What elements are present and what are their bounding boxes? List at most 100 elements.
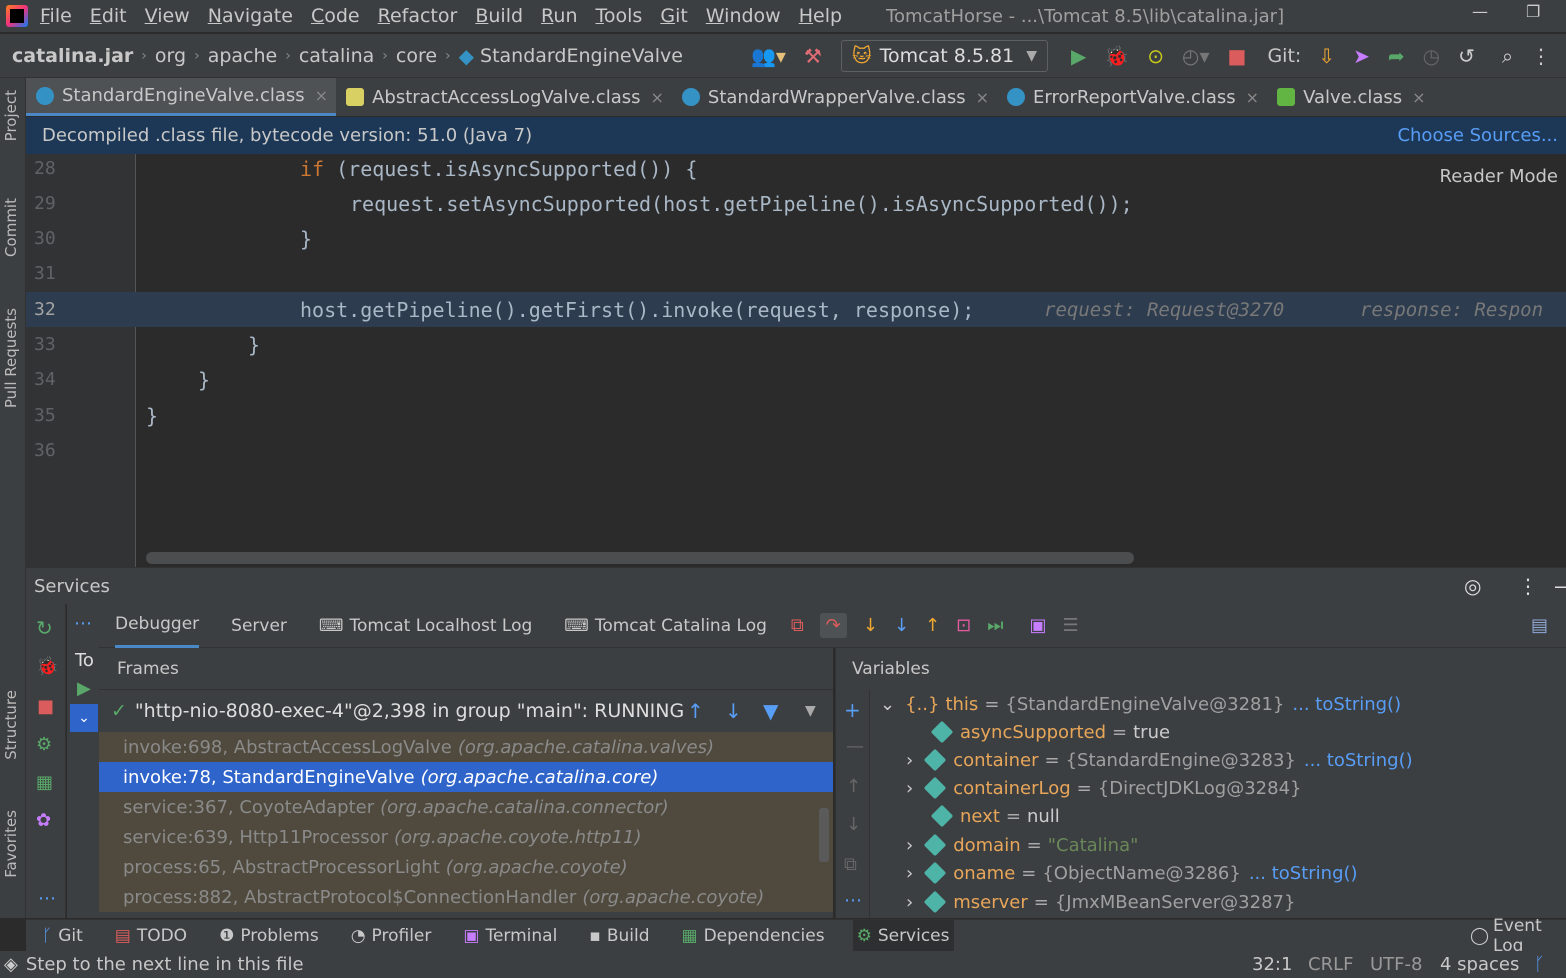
chevron-down-icon[interactable]: ⌄ (880, 694, 895, 715)
tool-build[interactable]: ▪ Build (585, 920, 653, 952)
cursor-position[interactable]: 32:1 (1252, 954, 1292, 975)
chevron-right-icon[interactable]: › (906, 863, 913, 884)
variable-row[interactable]: ⌄ {..} this = {StandardEngineValve@3281}… (836, 690, 1566, 718)
tool-problems[interactable]: ❶ Problems (215, 920, 323, 952)
tool-terminal[interactable]: ▣ Terminal (459, 920, 561, 952)
tab-tomcat-localhost-log[interactable]: Tomcat Localhost Log (349, 604, 532, 648)
hammer-build-icon[interactable]: ⚒ (804, 44, 822, 68)
indent-setting[interactable]: 4 spaces (1440, 954, 1519, 975)
users-icon[interactable]: 👥▾ (751, 44, 786, 68)
trace-icon[interactable]: ☰ (1062, 615, 1078, 636)
run-configuration-select[interactable]: 🐱 Tomcat 8.5.81 ▼ (840, 39, 1048, 72)
tool-services[interactable]: ⚙ Services (852, 919, 954, 952)
line-separator[interactable]: CRLF (1308, 954, 1353, 975)
frames-scrollbar[interactable] (819, 808, 829, 862)
menu-navigate[interactable]: Navigate (208, 5, 293, 27)
menu-refactor[interactable]: Refactor (378, 5, 458, 27)
restore-icon[interactable]: ❐ (1526, 2, 1540, 21)
git-commit-icon[interactable]: ➤ (1353, 44, 1370, 68)
tool-profiler[interactable]: ◔ Profiler (347, 920, 436, 952)
menu-build[interactable]: Build (475, 5, 523, 27)
menu-edit[interactable]: Edit (90, 5, 127, 27)
rollback-icon[interactable]: ↺ (1458, 44, 1475, 68)
chevron-down-icon[interactable]: ⌄ (70, 704, 98, 732)
stop-icon[interactable]: ■ (1228, 44, 1247, 68)
menu-window[interactable]: Window (706, 5, 781, 27)
more-horizontal-icon[interactable]: ⋯ (38, 888, 56, 909)
menu-code[interactable]: Code (311, 5, 360, 27)
stack-frame-selected[interactable]: invoke:78, StandardEngineValve (org.apach… (99, 762, 833, 792)
tool-git[interactable]: ᚴ Git (38, 920, 87, 952)
thread-selector[interactable]: ✓ "http-nio-8080-exec-4"@2,398 in group … (99, 690, 833, 732)
stack-frame[interactable]: process:882, AbstractProtocol$Connection… (99, 882, 833, 912)
run-to-cursor-icon[interactable]: ⏭ (987, 615, 1003, 636)
code-editor[interactable]: Reader Mode 28 if (request.isAsyncSuppor… (26, 154, 1566, 567)
git-update-icon[interactable]: ⇩ (1318, 44, 1335, 68)
step-into-icon[interactable]: ↓ (863, 615, 878, 636)
more-vertical-icon[interactable]: ⋮ (1518, 574, 1538, 598)
menu-git[interactable]: Git (660, 5, 687, 27)
tool-dependencies[interactable]: ▦ Dependencies (678, 920, 829, 952)
step-over-icon[interactable]: ↷ (819, 613, 847, 638)
stack-frame[interactable]: process:65, AbstractProcessorLight (org.a… (99, 852, 833, 882)
close-icon[interactable]: × (315, 86, 328, 105)
variable-row[interactable]: asyncSupported = true (836, 718, 1566, 746)
tab-abstract-access-log-valve[interactable]: AbstractAccessLogValve.class × (336, 78, 672, 116)
debug-icon[interactable]: 🐞 (1104, 44, 1129, 68)
tab-debugger[interactable]: Debugger (115, 604, 200, 648)
variable-row[interactable]: next = null (836, 802, 1566, 830)
close-icon[interactable]: × (1412, 88, 1425, 107)
chevron-right-icon[interactable]: › (906, 892, 913, 913)
variable-row[interactable]: › domain = "Catalina" (836, 831, 1566, 859)
breadcrumb-class[interactable]: StandardEngineValve (480, 45, 683, 67)
filter-icon[interactable]: ▼ (763, 699, 778, 723)
git-push-icon[interactable]: ➦ (1388, 44, 1405, 68)
to-string-link[interactable]: ... toString() (1292, 694, 1401, 715)
variable-row[interactable]: › oname = {ObjectName@3286} ... toString… (836, 859, 1566, 887)
target-icon[interactable]: ◎ (1464, 574, 1481, 598)
resume-icon[interactable]: ▶ (77, 678, 91, 699)
minimize-icon[interactable]: — (1472, 2, 1488, 21)
tab-valve[interactable]: Valve.class × (1267, 78, 1434, 116)
force-step-into-icon[interactable]: ↓ (894, 615, 909, 636)
tab-tomcat-catalina-log[interactable]: Tomcat Catalina Log (595, 604, 767, 648)
chevron-down-icon[interactable]: ▼ (805, 703, 816, 719)
variable-row[interactable]: › mserver = {JmxMBeanServer@3287} (836, 888, 1566, 916)
tab-standard-wrapper-valve[interactable]: StandardWrapperValve.class × (672, 78, 997, 116)
stop-icon[interactable]: ■ (37, 696, 54, 717)
to-string-link[interactable]: ... toString() (1249, 863, 1358, 884)
breadcrumb-org[interactable]: org (155, 45, 186, 67)
deploy-icon[interactable]: ⚙ (36, 734, 52, 755)
menu-file[interactable]: File (40, 5, 72, 27)
variable-row[interactable]: › container = {StandardEngine@3283} ... … (836, 746, 1566, 774)
breadcrumb-catalina[interactable]: catalina (299, 45, 374, 67)
stack-frame[interactable]: service:639, Http11Processor (org.apache.… (99, 822, 833, 852)
stack-frame[interactable]: service:367, CoyoteAdapter (org.apache.ca… (99, 792, 833, 822)
variable-row[interactable]: › containerLog = {DirectJDKLog@3284} (836, 774, 1566, 802)
breadcrumb-jar[interactable]: catalina.jar (12, 45, 133, 67)
breadcrumb-core[interactable]: core (396, 45, 437, 67)
breadcrumb-apache[interactable]: apache (208, 45, 278, 67)
menu-help[interactable]: Help (799, 5, 842, 27)
chevron-right-icon[interactable]: › (906, 778, 913, 799)
choose-sources-link[interactable]: Choose Sources... (1397, 125, 1558, 146)
file-encoding[interactable]: UTF-8 (1370, 954, 1422, 975)
step-out-icon[interactable]: ↑ (925, 615, 940, 636)
menu-run[interactable]: Run (541, 5, 577, 27)
tab-error-report-valve[interactable]: ErrorReportValve.class × (997, 78, 1267, 116)
chevron-right-icon[interactable]: › (906, 835, 913, 856)
profile-icon[interactable]: ◴▾ (1182, 44, 1210, 68)
tab-server[interactable]: Server (231, 604, 287, 648)
stack-frame[interactable]: invoke:698, AbstractAccessLogValve (org.a… (99, 732, 833, 762)
evaluate-expression-icon[interactable]: ▣ (1029, 615, 1046, 636)
tool-structure[interactable]: Structure (2, 690, 20, 760)
tool-todo[interactable]: ▤ TODO (111, 920, 191, 952)
rerun-icon[interactable]: ↻ (36, 616, 53, 640)
tool-favorites[interactable]: Favorites (2, 810, 20, 878)
minimize-panel-icon[interactable]: — (1554, 574, 1566, 598)
more-vertical-icon[interactable]: ⋮ (1531, 44, 1551, 68)
git-branch-icon[interactable]: ᚴ (1534, 954, 1545, 975)
close-icon[interactable]: × (976, 88, 989, 107)
close-icon[interactable]: × (651, 88, 664, 107)
close-icon[interactable]: × (1246, 88, 1259, 107)
